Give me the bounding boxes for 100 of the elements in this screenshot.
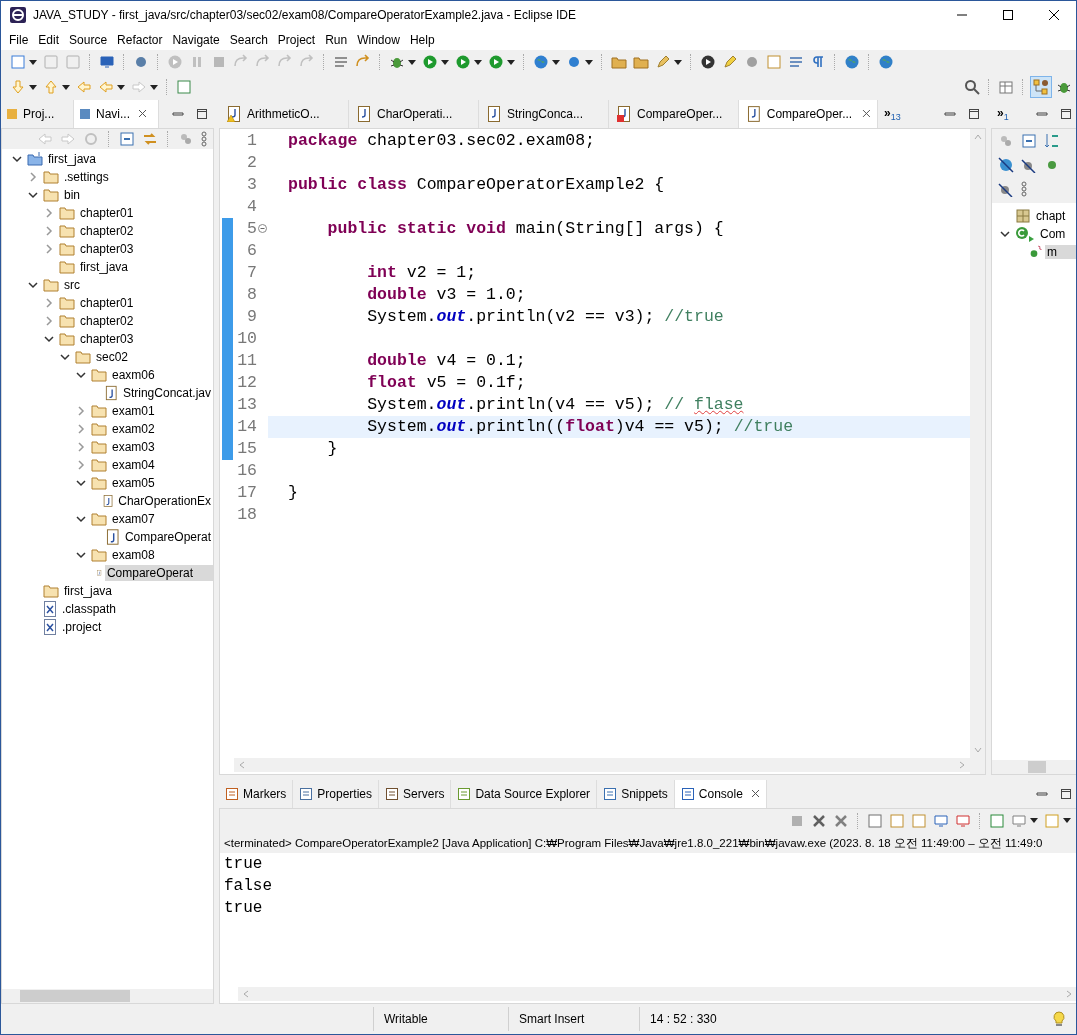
outline-item[interactable]: Com [1038, 226, 1068, 241]
menu-item[interactable]: Source [64, 32, 113, 47]
menu-item[interactable]: Help [404, 32, 440, 47]
monitor-icon[interactable] [99, 54, 115, 71]
editor-tab[interactable]: ArithmeticO... [219, 99, 349, 128]
up-icon[interactable] [83, 130, 99, 147]
caret-icon[interactable] [1063, 818, 1071, 824]
search-icon[interactable] [964, 79, 980, 96]
chevron-icon[interactable] [1000, 228, 1010, 239]
menu-item[interactable]: Refactor [112, 32, 168, 47]
chevron-icon[interactable] [28, 279, 38, 290]
editor-tab[interactable]: StringConca... [479, 99, 609, 128]
tree-item[interactable]: chapter01 [78, 204, 136, 221]
tree-item[interactable]: exam01 [110, 402, 157, 419]
tree-item[interactable]: exam02 [110, 420, 157, 437]
arrow-left-icon[interactable] [76, 79, 92, 96]
tree-item[interactable]: exam07 [110, 510, 157, 527]
menu-item[interactable]: Window [352, 32, 405, 47]
monitor-icon[interactable] [933, 812, 949, 829]
more-tabs-button[interactable]: »$_{1}$ [991, 105, 1015, 123]
menu-item[interactable]: Run [320, 32, 353, 47]
document-icon[interactable] [867, 812, 883, 829]
scroll-right-icon[interactable] [1065, 990, 1073, 999]
collapse-all-icon[interactable] [1021, 132, 1037, 149]
menu-item[interactable]: Navigate [167, 32, 225, 47]
caret-icon[interactable] [150, 84, 158, 90]
document-icon[interactable] [911, 812, 927, 829]
outline-item[interactable]: m [1045, 244, 1076, 259]
tree-item[interactable]: chapter01 [78, 294, 136, 311]
hide-local-icon[interactable] [998, 180, 1014, 197]
scrollbar[interactable] [234, 757, 970, 772]
scroll-right-icon[interactable] [958, 760, 966, 769]
caret-icon[interactable] [29, 84, 37, 90]
close-icon[interactable] [862, 109, 871, 119]
tree-item[interactable]: .classpath [60, 600, 119, 617]
hide-static-icon[interactable] [1021, 156, 1037, 173]
chevron-icon[interactable] [60, 351, 70, 362]
play-icon[interactable] [422, 54, 438, 71]
tree-item[interactable]: .settings [62, 168, 111, 185]
chevron-icon[interactable] [12, 153, 22, 164]
tree-item[interactable]: exam08 [110, 546, 157, 563]
monitor-icon[interactable] [955, 812, 971, 829]
view-tab[interactable]: Navi... [74, 99, 159, 128]
close-all-icon[interactable] [833, 812, 849, 829]
scroll-left-icon[interactable] [238, 760, 246, 769]
tree-item[interactable]: eaxm06 [110, 366, 157, 383]
tree-item[interactable]: chapter02 [78, 222, 136, 239]
caret-icon[interactable] [117, 84, 125, 90]
more-icon[interactable] [201, 130, 207, 147]
menu-item[interactable]: File [4, 32, 34, 47]
folder-icon[interactable] [633, 54, 649, 71]
folder-icon[interactable] [611, 54, 627, 71]
tree-item[interactable]: StringConcat.jav [120, 384, 213, 401]
globe-icon[interactable] [533, 54, 549, 71]
scrollbar[interactable] [2, 989, 213, 1004]
tree-item[interactable]: CompareOperat [122, 528, 213, 545]
view-tab[interactable]: Data Source Explorer [451, 779, 598, 808]
caret-icon[interactable] [585, 59, 593, 65]
outline-item[interactable]: chapt [1034, 208, 1068, 223]
tree-item[interactable]: chapter02 [78, 312, 136, 329]
globe-icon[interactable] [878, 54, 894, 71]
view-tab[interactable]: Markers [219, 779, 294, 808]
more-icon[interactable] [1021, 180, 1027, 197]
caret-icon[interactable] [674, 59, 682, 65]
collapse-all-icon[interactable] [119, 130, 135, 147]
scroll-left-icon[interactable] [242, 990, 250, 999]
maximize-icon[interactable] [1060, 787, 1072, 800]
scrollbar[interactable] [970, 128, 985, 774]
maximize-icon[interactable] [1060, 107, 1072, 120]
tree-item[interactable]: .project [60, 618, 104, 635]
tree-item[interactable]: src [62, 276, 82, 293]
sort-icon[interactable] [1044, 132, 1060, 149]
more-tabs-button[interactable]: »$_{13}$ [878, 105, 907, 123]
collapse-icon[interactable] [258, 224, 267, 234]
menu-item[interactable]: Search [224, 32, 273, 47]
caret-icon[interactable] [441, 59, 449, 65]
scroll-down-icon[interactable] [973, 745, 982, 754]
tree-item[interactable]: bin [62, 186, 82, 203]
maximize-icon[interactable] [1002, 9, 1014, 22]
link-icon[interactable] [142, 130, 158, 147]
maximize-icon[interactable] [196, 107, 208, 120]
chevron-icon[interactable] [44, 333, 54, 344]
view-tab[interactable]: Console [674, 779, 767, 808]
caret-icon[interactable] [474, 59, 482, 65]
close-icon[interactable] [138, 109, 147, 119]
tree-item[interactable]: first_java [46, 150, 99, 167]
scroll-up-icon[interactable] [973, 132, 982, 141]
caret-icon[interactable] [507, 59, 515, 65]
hide-fields-icon[interactable] [998, 156, 1014, 173]
view-tab[interactable]: Properties [293, 779, 380, 808]
tree-item[interactable]: chapter03 [78, 240, 136, 257]
maximize-icon[interactable] [968, 107, 980, 120]
resume-icon[interactable] [167, 54, 183, 71]
caret-icon[interactable] [552, 59, 560, 65]
menu-item[interactable]: Edit [33, 32, 65, 47]
tree-item[interactable]: exam04 [110, 456, 157, 473]
close-icon[interactable] [1048, 9, 1060, 22]
chevron-icon[interactable] [28, 189, 38, 200]
lightbulb-icon[interactable] [1052, 1011, 1066, 1027]
editor-tab[interactable]: CompareOper... [739, 99, 878, 128]
